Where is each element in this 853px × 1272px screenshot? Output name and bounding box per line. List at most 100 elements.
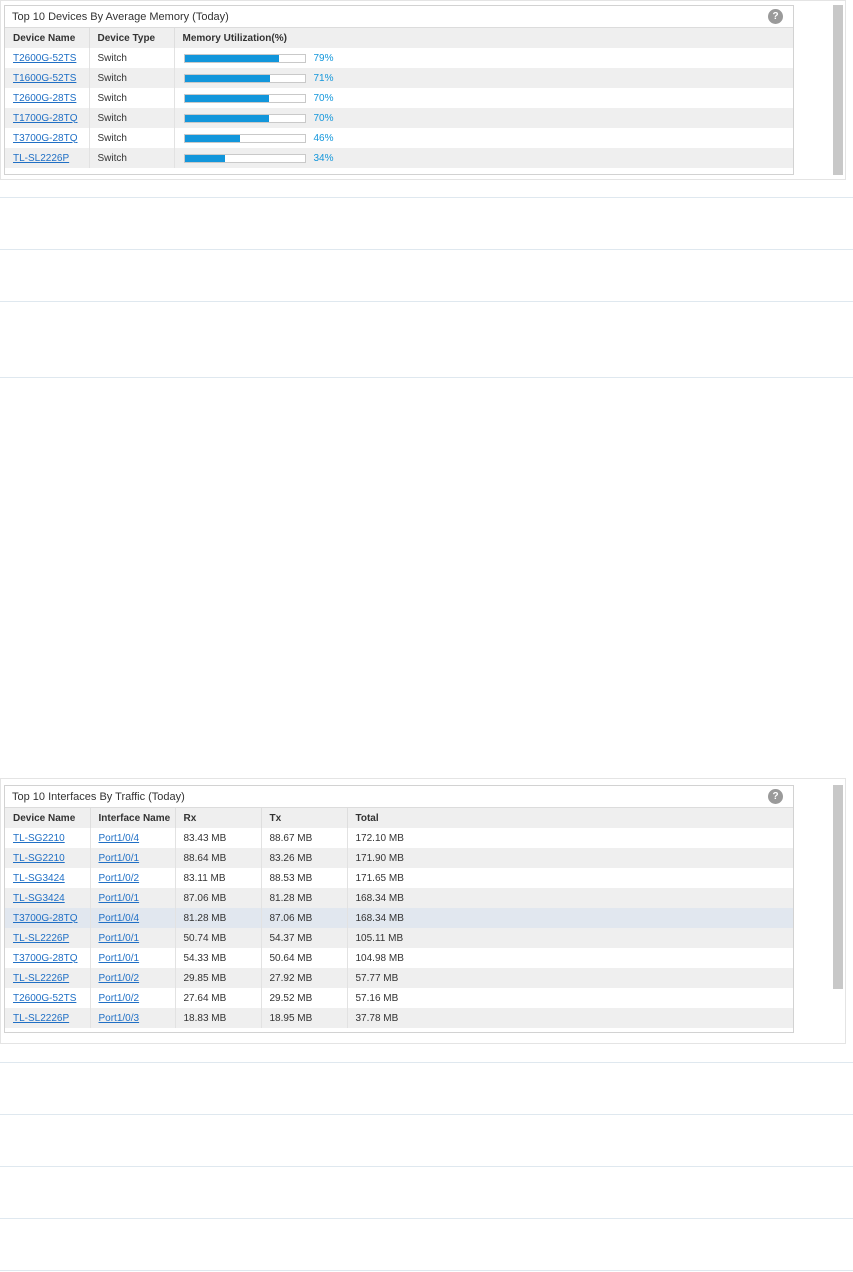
- device-name-link[interactable]: TL-SL2226P: [13, 973, 69, 984]
- memory-panel: Top 10 Devices By Average Memory (Today)…: [0, 0, 846, 180]
- interface-name-link[interactable]: Port1/0/2: [99, 993, 140, 1004]
- table-row: TL-SG3424 Port1/0/1 87.06 MB 81.28 MB 168.34…: [5, 888, 793, 908]
- column-header-device-name[interactable]: Device Name: [5, 28, 90, 48]
- column-header-rx[interactable]: Rx: [175, 808, 262, 828]
- device-type-cell: Switch: [89, 108, 175, 128]
- total-cell: 171.90 MB: [347, 848, 793, 868]
- device-name-link[interactable]: TL-SG3424: [13, 873, 65, 884]
- device-name-link[interactable]: TL-SG2210: [13, 853, 65, 864]
- device-name-cell: T2600G-52TS: [5, 988, 91, 1008]
- memory-utilization-cell: 46%: [174, 128, 793, 148]
- divider: [0, 249, 853, 250]
- divider: [0, 1062, 853, 1063]
- divider: [0, 301, 853, 302]
- device-name-link[interactable]: TL-SL2226P: [13, 153, 69, 164]
- table-row: T2600G-52TS Switch 79%: [5, 48, 793, 68]
- interface-name-cell: Port1/0/4: [90, 908, 176, 928]
- tx-cell: 88.67 MB: [261, 828, 348, 848]
- interface-name-link[interactable]: Port1/0/3: [99, 1013, 140, 1024]
- divider: [0, 1166, 853, 1167]
- traffic-scrollbar[interactable]: [833, 785, 843, 1033]
- device-name-link[interactable]: TL-SG2210: [13, 833, 65, 844]
- interface-name-cell: Port1/0/1: [90, 848, 176, 868]
- total-cell: 57.16 MB: [355, 992, 399, 1004]
- device-name-link[interactable]: T2600G-52TS: [13, 53, 76, 64]
- divider: [0, 1270, 853, 1271]
- table-row: TL-SL2226P Port1/0/2 29.85 MB 27.92 MB 57.77…: [5, 968, 793, 988]
- tx-cell: 81.28 MB: [261, 888, 348, 908]
- device-type-cell: Switch: [89, 48, 175, 68]
- device-type-cell: Switch: [89, 68, 175, 88]
- memory-percent-label: 46%: [313, 132, 334, 144]
- traffic-panel: Top 10 Interfaces By Traffic (Today) ? D…: [0, 778, 846, 1044]
- table-row: TL-SL2226P Switch 34%: [5, 148, 793, 168]
- interface-name-cell: Port1/0/1: [90, 928, 176, 948]
- column-header-tx[interactable]: Tx: [261, 808, 348, 828]
- interface-name-cell: Port1/0/2: [90, 968, 176, 988]
- memory-bar-fill: [184, 74, 270, 82]
- interface-name-link[interactable]: Port1/0/1: [99, 893, 140, 904]
- device-name-cell: TL-SL2226P: [5, 968, 91, 988]
- device-name-link[interactable]: T2600G-28TS: [13, 93, 76, 104]
- traffic-scrollbar-thumb[interactable]: [833, 785, 843, 989]
- total-cell: 104.98 MB: [355, 952, 404, 964]
- total-cell: 57.77 MB: [347, 968, 793, 988]
- device-name-link[interactable]: TL-SL2226P: [13, 1013, 69, 1024]
- memory-bar-group: 70%: [183, 88, 794, 108]
- memory-widget-header: Top 10 Devices By Average Memory (Today)…: [5, 6, 793, 28]
- interface-name-cell: Port1/0/1: [90, 948, 176, 968]
- device-name-link[interactable]: T3700G-28TQ: [13, 133, 77, 144]
- help-icon[interactable]: ?: [768, 9, 783, 24]
- device-name-cell: T3700G-28TQ: [5, 128, 90, 148]
- memory-bar-fill: [184, 114, 269, 122]
- divider: [0, 377, 853, 378]
- column-header-device-type[interactable]: Device Type: [89, 28, 175, 48]
- total-cell: 168.34 MB: [347, 888, 793, 908]
- divider: [0, 1114, 853, 1115]
- table-row: T3700G-28TQ Switch 46%: [5, 128, 793, 148]
- device-name-link[interactable]: T3700G-28TQ: [13, 913, 77, 924]
- column-header-total[interactable]: Total: [347, 808, 793, 828]
- memory-bar-track: [183, 133, 306, 143]
- interface-name-link[interactable]: Port1/0/1: [99, 953, 140, 964]
- device-name-link[interactable]: T1700G-28TQ: [13, 113, 77, 124]
- table-row: TL-SG3424 Port1/0/2 83.11 MB 88.53 MB 171.65…: [5, 868, 793, 888]
- device-name-link[interactable]: T2600G-52TS: [13, 993, 76, 1004]
- interface-name-link[interactable]: Port1/0/2: [99, 973, 140, 984]
- device-name-link[interactable]: T1600G-52TS: [13, 73, 76, 84]
- interface-name-cell: Port1/0/3: [90, 1008, 176, 1028]
- column-header-device-name[interactable]: Device Name: [5, 808, 91, 828]
- device-name-link[interactable]: TL-SL2226P: [13, 933, 69, 944]
- tx-cell: 29.52 MB: [261, 988, 348, 1008]
- table-row: T3700G-28TQ Port1/0/1 54.33 MB 50.64 MB 104.…: [5, 948, 793, 968]
- device-type-cell: Switch: [89, 88, 175, 108]
- table-row: T1600G-52TS Switch 71%: [5, 68, 793, 88]
- column-header-memory-utilization[interactable]: Memory Utilization(%): [174, 28, 793, 48]
- interface-name-link[interactable]: Port1/0/4: [99, 833, 140, 844]
- rx-cell: 18.83 MB: [175, 1008, 262, 1028]
- tx-cell: 27.92 MB: [261, 968, 348, 988]
- interface-name-link[interactable]: Port1/0/2: [99, 873, 140, 884]
- table-row: T2600G-52TS Port1/0/2 27.64 MB 29.52 MB 57.1…: [5, 988, 793, 1008]
- table-header-row: Device Name Interface Name Rx Tx Total: [5, 808, 793, 828]
- memory-bar-fill: [184, 134, 240, 142]
- interface-name-link[interactable]: Port1/0/4: [99, 913, 140, 924]
- memory-table: Device Name Device Type Memory Utilizati…: [5, 28, 793, 168]
- memory-percent-label: 34%: [313, 152, 334, 164]
- memory-bar-track: [183, 153, 306, 163]
- help-icon[interactable]: ?: [768, 789, 783, 804]
- interface-name-link[interactable]: Port1/0/1: [99, 933, 140, 944]
- tx-cell: 50.64 MB: [261, 948, 348, 968]
- memory-bar-track: [183, 93, 306, 103]
- device-name-cell: T3700G-28TQ: [5, 948, 91, 968]
- memory-scrollbar-thumb[interactable]: [833, 5, 843, 175]
- memory-scrollbar[interactable]: [833, 5, 843, 175]
- memory-bar-group: 34%: [183, 148, 794, 168]
- column-header-interface-name[interactable]: Interface Name: [90, 808, 176, 828]
- memory-percent-label: 70%: [313, 92, 334, 104]
- device-name-link[interactable]: T3700G-28TQ: [13, 953, 77, 964]
- memory-utilization-cell: 79%: [174, 48, 793, 68]
- device-name-link[interactable]: TL-SG3424: [13, 893, 65, 904]
- interface-name-link[interactable]: Port1/0/1: [99, 853, 140, 864]
- memory-bar-group: 79%: [183, 48, 794, 68]
